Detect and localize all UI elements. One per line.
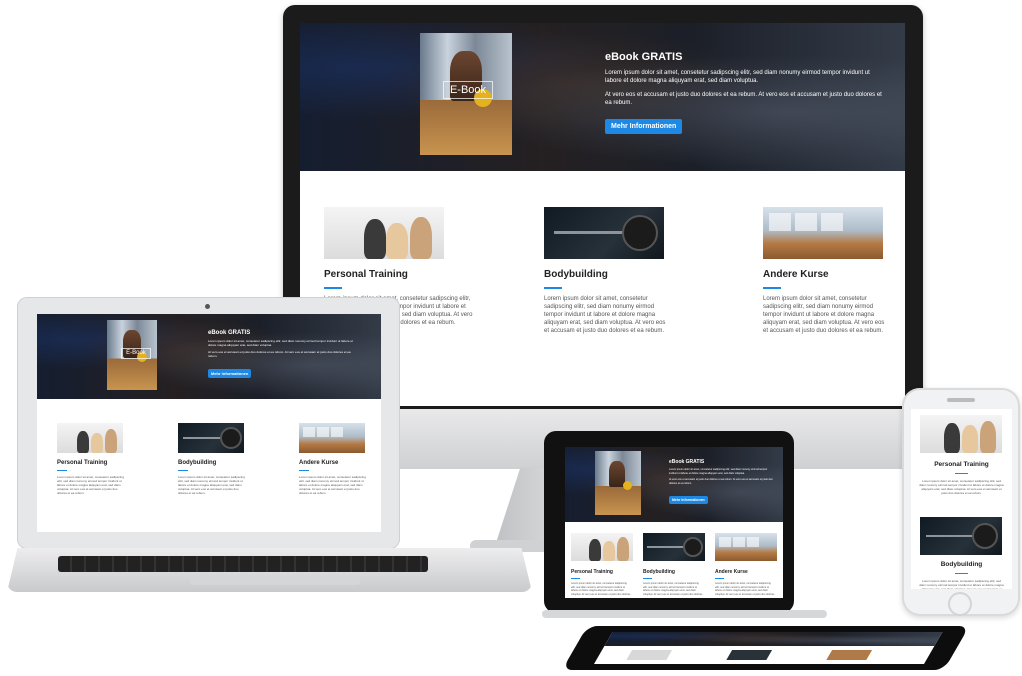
tablet-screen: eBook GRATIS Lorem ipsum dolor sit amet,…: [565, 447, 783, 598]
phone-speaker: [947, 398, 975, 402]
laptop-trackpad: [190, 575, 360, 585]
card-image: [826, 650, 873, 660]
ebook-label: E-Book: [121, 348, 151, 359]
hero-text: eBook GRATIS Lorem ipsum dolor sit amet,…: [208, 330, 353, 378]
card-text: Lorem ipsum dolor sit amet, consetetur s…: [763, 296, 885, 334]
laptop-screen: E-Book eBook GRATIS Lorem ipsum dolor si…: [37, 314, 381, 532]
card-title: Andere Kurse: [763, 269, 829, 280]
flat-tablet-screen: [594, 632, 943, 664]
home-button[interactable]: [948, 592, 972, 616]
hero-section: E-Book eBook GRATIS Lorem ipsum dolor si…: [37, 314, 381, 399]
card-accent-line: [324, 287, 342, 289]
hero-title: eBook GRATIS: [605, 51, 683, 63]
hero-section: eBook GRATIS Lorem ipsum dolor sit amet,…: [565, 447, 783, 522]
personal-training-image: [324, 207, 444, 259]
hero-text: eBook GRATIS Lorem ipsum dolor sit amet,…: [669, 459, 773, 504]
bodybuilding-image: [920, 517, 1002, 555]
phone-screen: Personal Training Lorem ipsum dolor sit …: [911, 409, 1012, 589]
card-accent-line: [544, 287, 562, 289]
card-image: [626, 650, 673, 660]
laptop-keyboard: [58, 556, 428, 572]
hero-section: E-Book eBook GRATIS Lorem ipsum dolor si…: [300, 23, 905, 171]
hero-section: [604, 632, 943, 646]
mehr-informationen-button[interactable]: Mehr Informationen: [208, 369, 252, 378]
laptop-camera: [205, 304, 210, 309]
hero-paragraph-1: Lorem ipsum dolor sit amet, consetetur s…: [605, 70, 870, 84]
andere-kurse-image: [763, 207, 883, 259]
card-accent-line: [763, 287, 781, 289]
tablet-shadow: [542, 610, 827, 618]
bodybuilding-image: [544, 207, 664, 259]
ebook-label: E-Book: [443, 81, 493, 99]
card-title: Personal Training: [324, 269, 408, 280]
hero-text: eBook GRATIS Lorem ipsum dolor sit amet,…: [605, 51, 885, 134]
card-image: [726, 650, 773, 660]
mehr-informationen-button[interactable]: Mehr Informationen: [669, 496, 708, 504]
hero-paragraph-2: At vero eos et accusam et justo duo dolo…: [605, 92, 882, 106]
card-title: Bodybuilding: [544, 269, 608, 280]
ebook-cover[interactable]: [595, 451, 641, 515]
mehr-informationen-button[interactable]: Mehr Informationen: [605, 119, 683, 134]
personal-training-image: [920, 415, 1002, 453]
card-text: Lorem ipsum dolor sit amet, consetetur s…: [544, 296, 666, 334]
